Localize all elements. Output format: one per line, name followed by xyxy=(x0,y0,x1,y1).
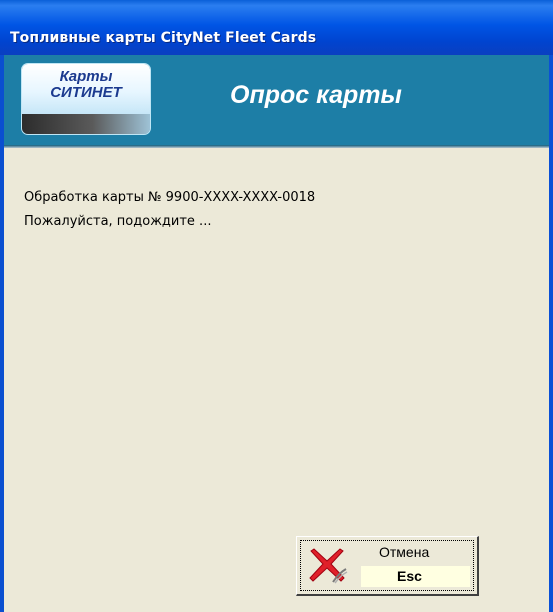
window-title: Топливные карты CityNet Fleet Cards xyxy=(10,30,317,46)
red-x-icon xyxy=(309,548,348,584)
processing-message: Обработка карты № 9900-XXXX-XXXX-0018 xyxy=(24,190,316,205)
citynet-logo: Карты СИТИНЕТ xyxy=(22,64,150,134)
header-divider xyxy=(4,145,549,148)
cancel-button[interactable]: Отмена Esc xyxy=(296,536,479,596)
title-bar[interactable]: Топливные карты CityNet Fleet Cards xyxy=(0,0,553,55)
dialog-window: Топливные карты CityNet Fleet Cards Карт… xyxy=(0,0,553,612)
wait-message: Пожалуйста, подождите ... xyxy=(24,214,212,229)
logo-text-line1: Карты xyxy=(59,68,113,85)
header-title: Опрос карты xyxy=(230,81,402,109)
logo-text-line2: СИТИНЕТ xyxy=(50,84,122,101)
cancel-shortcut-label: Esc xyxy=(397,568,422,584)
cancel-button-label: Отмена xyxy=(379,544,430,560)
logo-card-stripe xyxy=(22,114,150,134)
window-border-right xyxy=(549,55,553,612)
